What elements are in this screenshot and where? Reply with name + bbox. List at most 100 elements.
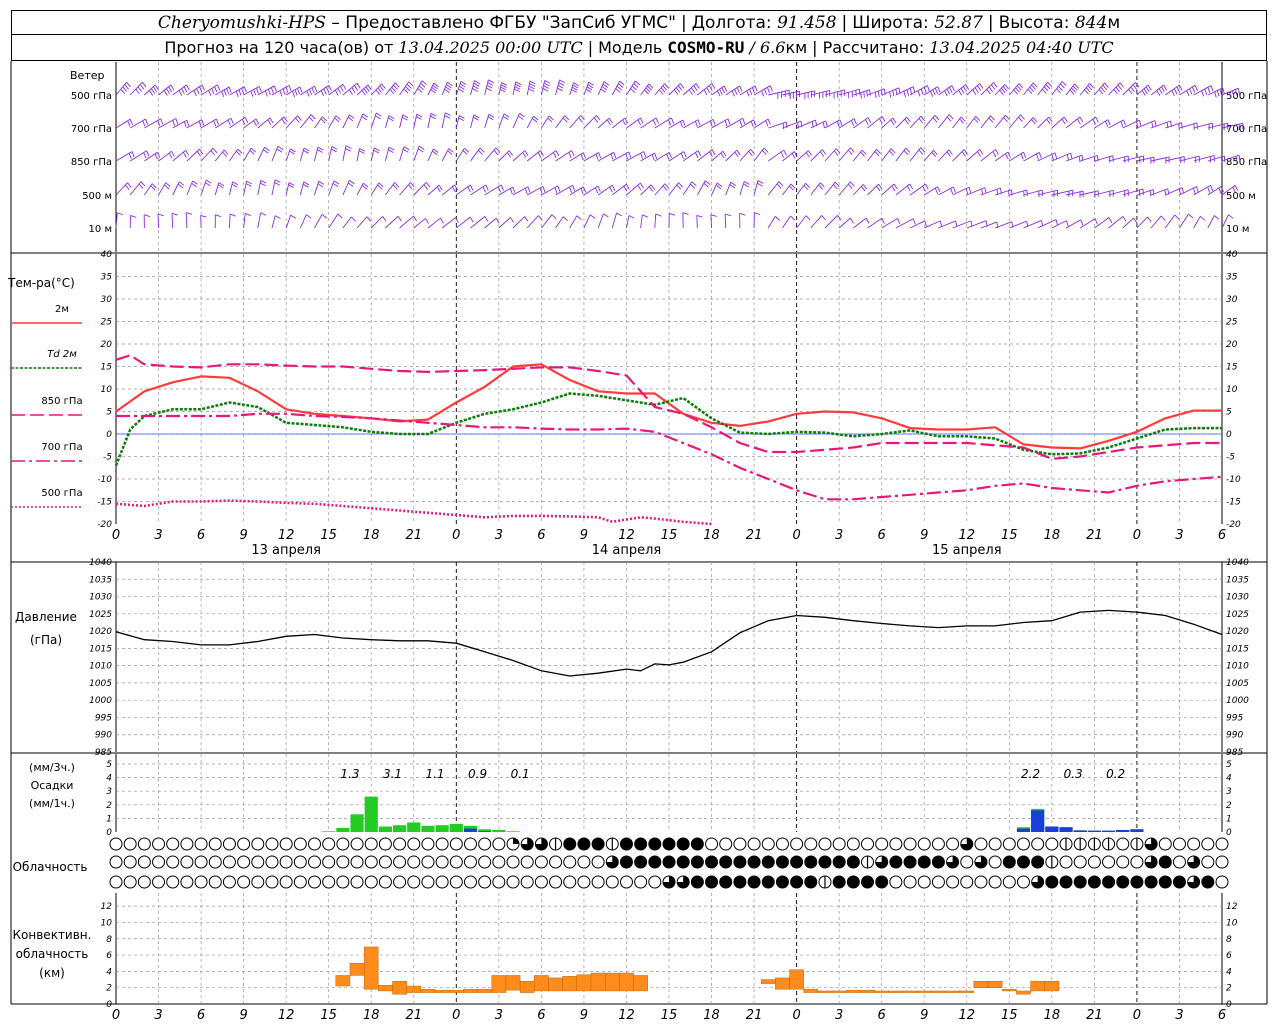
wind-barb-feather xyxy=(640,117,644,124)
cloud-circle xyxy=(378,855,392,869)
wind-barb-feather xyxy=(444,115,451,119)
cloud-circle xyxy=(350,875,364,889)
cloud-symbol xyxy=(1045,855,1059,869)
cloud-circle xyxy=(166,837,180,851)
precip-bar xyxy=(435,825,449,832)
y-tick-label: 1025 xyxy=(1226,610,1249,620)
y-tick-label: 12 xyxy=(101,902,113,912)
wind-barb-feather xyxy=(805,215,811,221)
wind-barb-feather xyxy=(819,151,825,157)
cloud-overcast xyxy=(832,855,846,869)
wind-barb xyxy=(413,114,418,129)
wind-barb-feather xyxy=(379,85,384,91)
wind-barb-feather xyxy=(1045,84,1051,90)
wind-barb-feather xyxy=(142,120,146,127)
cloud-symbol xyxy=(861,837,875,851)
cloud-circle xyxy=(1172,855,1186,869)
legend-label: 700 гПа xyxy=(41,442,82,453)
cloud-symbol xyxy=(577,875,591,889)
x-tick-label: 3 xyxy=(154,1008,162,1023)
wind-barb-feather xyxy=(171,151,175,157)
wind-barb-feather xyxy=(363,88,368,94)
wind-barb-feather xyxy=(154,153,158,160)
wind-barb-feather xyxy=(131,151,135,158)
precip-total: 1.1 xyxy=(425,767,444,781)
wind-barb-feather xyxy=(249,150,255,155)
cloud-circle xyxy=(903,875,917,889)
cloud-circle xyxy=(322,875,336,889)
wind-barb-feather xyxy=(877,90,880,98)
wind-barb xyxy=(144,151,158,162)
wind-barb-feather xyxy=(479,147,485,153)
cloud-overcast xyxy=(1016,855,1030,869)
cloud-title: Облачность xyxy=(13,860,88,874)
cloud-circle xyxy=(293,855,307,869)
cloud-overcast xyxy=(719,855,733,869)
wind-barb-feather xyxy=(934,187,939,194)
wind-barb xyxy=(314,181,320,196)
wind-barb-feather xyxy=(984,187,987,194)
wind-barb-feather xyxy=(648,186,654,192)
wind-barb xyxy=(966,115,977,129)
wind-barb-feather xyxy=(664,183,670,189)
wind-barb-feather xyxy=(487,82,494,86)
wind-barb-feather xyxy=(805,152,810,158)
cloud-symbol xyxy=(222,855,236,869)
wind-barb-feather xyxy=(724,213,731,217)
wind-barb-feather xyxy=(879,118,883,124)
wind-barb xyxy=(228,213,231,229)
wind-barb xyxy=(285,148,291,162)
cloud-overcast xyxy=(1045,875,1059,889)
wind-barb-feather xyxy=(603,213,609,218)
wind-barb-feather xyxy=(722,150,727,157)
precip-label: (мм/1ч.) xyxy=(29,797,75,810)
cloud-overcast xyxy=(747,875,761,889)
wind-barb xyxy=(612,117,626,129)
cloud-circle xyxy=(960,875,974,889)
cloud-symbol xyxy=(336,875,350,889)
wind-barb-feather xyxy=(160,118,164,125)
wind-barb-feather xyxy=(724,120,728,127)
wind-barb xyxy=(185,212,188,229)
wind-barb-feather xyxy=(600,88,606,93)
y-tick-label: 2 xyxy=(106,984,112,994)
cloud-symbol xyxy=(1031,837,1045,851)
wind-barb-feather xyxy=(932,89,936,96)
wind-barb-feather xyxy=(274,179,281,183)
convective-bar xyxy=(973,980,989,988)
wind-barb-feather xyxy=(757,182,763,187)
wind-barb-feather xyxy=(231,183,238,188)
wind-barb-feather xyxy=(310,114,316,120)
wind-barb-feather xyxy=(334,89,339,96)
wind-barb-feather xyxy=(246,180,253,185)
wind-barb-feather xyxy=(639,182,644,189)
y-tick-label: 25 xyxy=(1226,318,1238,328)
wind-barb-feather xyxy=(317,183,324,188)
wind-barb xyxy=(356,113,364,129)
wind-barb-feather xyxy=(264,146,270,152)
wind-barb-feather xyxy=(711,83,716,89)
wind-barb-feather xyxy=(608,117,613,124)
wind-barb-feather xyxy=(881,218,885,224)
cloud-symbol xyxy=(889,837,903,851)
cloud-symbol xyxy=(109,837,123,851)
cloud-circle xyxy=(407,855,421,869)
wind-barb xyxy=(725,85,740,96)
cloud-circle xyxy=(563,875,577,889)
cloud-overcast xyxy=(690,875,704,889)
wind-barb xyxy=(271,116,285,129)
cloud-circle xyxy=(478,837,492,851)
precip-bar xyxy=(1073,830,1087,832)
wind-barb xyxy=(583,185,599,196)
x-tick-label: 21 xyxy=(1086,1008,1103,1023)
cloud-symbol xyxy=(591,875,605,889)
wind-barb-feather xyxy=(321,213,327,219)
cloud-circle xyxy=(1031,837,1045,851)
cloud-symbol xyxy=(775,875,789,889)
wind-barb-feather xyxy=(373,149,380,154)
cloud-overcast xyxy=(1059,875,1073,889)
y-tick-label: 0 xyxy=(1226,1000,1232,1010)
wind-barb-feather xyxy=(460,80,467,85)
wind-barb-feather xyxy=(376,112,382,117)
wind-barb-feather xyxy=(506,152,512,158)
